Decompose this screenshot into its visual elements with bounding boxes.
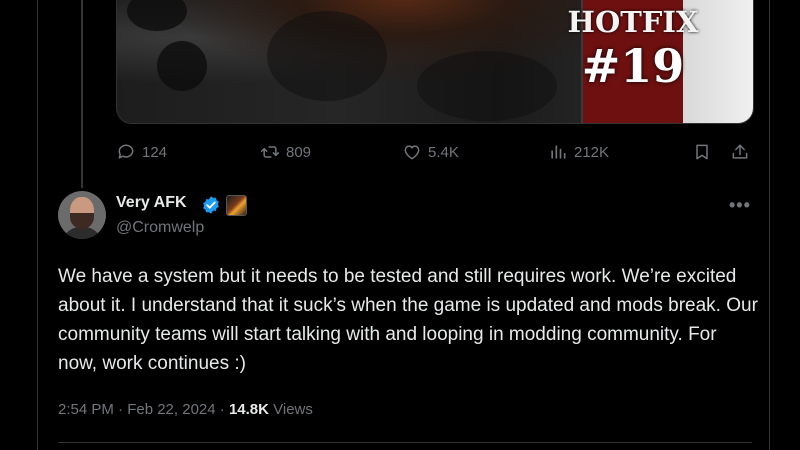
more-icon[interactable]: ••• <box>729 195 751 216</box>
reply-count: 124 <box>142 143 168 161</box>
repost-icon <box>260 146 280 158</box>
media-texture <box>267 11 387 101</box>
views-button[interactable]: 212K <box>548 140 609 164</box>
hotfix-title: HOTFIX <box>567 5 699 39</box>
author-name[interactable]: Very AFK <box>116 194 187 212</box>
avatar[interactable] <box>58 191 106 239</box>
tweet-views-label: Views <box>268 401 313 418</box>
divider <box>58 442 752 443</box>
author-handle[interactable]: @Cromwelp <box>116 219 204 237</box>
media-texture <box>157 41 207 91</box>
repost-button[interactable]: 809 <box>260 140 311 164</box>
tweet-timestamp[interactable]: 2:54 PM · Feb 22, 2024 <box>58 401 216 418</box>
column-border-right <box>769 0 770 450</box>
share-icon <box>732 144 748 159</box>
verified-badge-icon[interactable] <box>201 195 221 215</box>
affiliation-badge-icon[interactable] <box>226 195 247 216</box>
meta-separator: · <box>215 401 229 418</box>
tweet-view-count: 14.8K <box>228 401 269 418</box>
bookmark-button[interactable] <box>692 140 712 164</box>
thread-connector-line <box>81 0 83 188</box>
media-texture <box>127 0 187 31</box>
media-texture <box>417 51 557 121</box>
like-icon <box>404 145 420 160</box>
tweet-media-image[interactable]: HOTFIX #19 <box>116 0 754 124</box>
share-button[interactable] <box>730 140 750 164</box>
hotfix-number: #19 <box>581 39 685 93</box>
reply-button[interactable]: 124 <box>116 140 167 164</box>
like-button[interactable]: 5.4K <box>402 140 459 164</box>
views-icon <box>551 145 566 159</box>
column-border-left <box>37 0 38 450</box>
repost-count: 809 <box>286 143 312 161</box>
bookmark-icon <box>696 144 708 160</box>
tweet-action-bar: 124 809 5.4K 212K <box>116 140 756 164</box>
tweet-text: We have a system but it needs to be test… <box>58 266 758 374</box>
tweet-meta: 2:54 PM · Feb 22, 2024 · 14.8K Views <box>58 401 313 418</box>
views-count: 212K <box>574 143 610 161</box>
reply-icon <box>118 144 134 159</box>
avatar-beard <box>70 213 94 229</box>
like-count: 5.4K <box>428 143 459 161</box>
